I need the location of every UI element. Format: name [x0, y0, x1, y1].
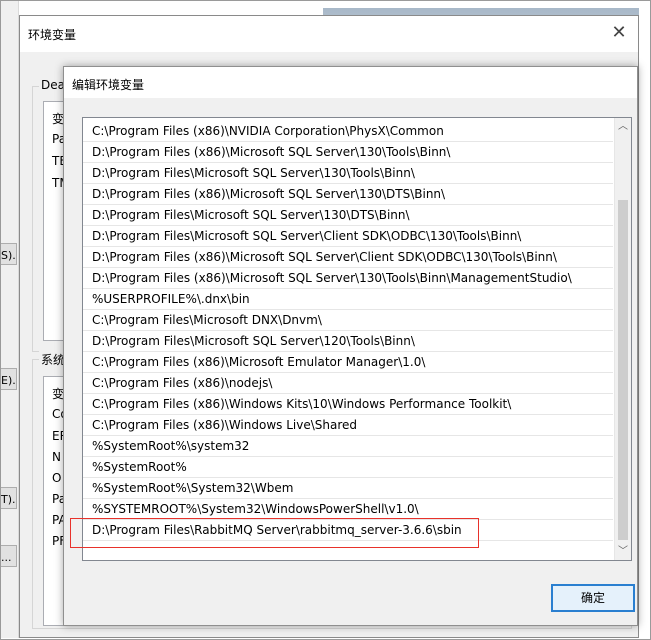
background-window-left-edge: S). E). T). ...	[1, 1, 19, 638]
path-text: %SystemRoot%\System32\Wbem	[92, 481, 294, 495]
background-label: E).	[1, 374, 16, 387]
path-text: D:\Program Files\Microsoft SQL Server\13…	[92, 208, 410, 222]
path-text: C:\Program Files (x86)\Windows Live\Shar…	[92, 418, 358, 432]
edit-dialog-title: 编辑环境变量	[72, 78, 145, 92]
path-list-item[interactable]: C:\Program Files\Microsoft DNX\Dnvm\	[83, 310, 613, 331]
vertical-scrollbar[interactable]: ︿ ﹀	[614, 118, 631, 560]
path-text: D:\Program Files\Microsoft SQL Server\12…	[92, 334, 415, 348]
path-text: C:\Program Files (x86)\nodejs\	[92, 376, 273, 390]
path-text: C:\Program Files (x86)\Windows Kits\10\W…	[92, 397, 512, 411]
edit-dialog-titlebar[interactable]: 编辑环境变量	[64, 67, 637, 98]
path-list-item[interactable]: %SYSTEMROOT%\System32\WindowsPowerShell\…	[83, 499, 613, 520]
background-label: T).	[1, 493, 16, 506]
path-list-item[interactable]: D:\Program Files\Microsoft SQL Server\Cl…	[83, 226, 613, 247]
path-list-item[interactable]: D:\Program Files\Microsoft SQL Server\12…	[83, 331, 613, 352]
list-item[interactable]: O	[52, 471, 61, 485]
path-text: D:\Program Files\Microsoft SQL Server\Cl…	[92, 229, 522, 243]
path-list-item[interactable]: D:\Program Files (x86)\Microsoft SQL Ser…	[83, 142, 613, 163]
path-list-item[interactable]: D:\Program Files (x86)\Microsoft SQL Ser…	[83, 247, 613, 268]
background-label: ...	[1, 551, 12, 564]
path-text: %SystemRoot%	[92, 460, 187, 474]
path-text: C:\Program Files\Microsoft DNX\Dnvm\	[92, 313, 322, 327]
path-list-item[interactable]: C:\Program Files (x86)\NVIDIA Corporatio…	[83, 121, 613, 142]
path-list-item[interactable]: %SystemRoot%\system32	[83, 436, 613, 457]
list-item[interactable]: N	[52, 450, 61, 464]
chevron-down-icon[interactable]: ﹀	[615, 543, 631, 560]
path-list-item[interactable]: D:\Program Files\Microsoft SQL Server\13…	[83, 205, 613, 226]
env-dialog-titlebar[interactable]: 环境变量 ✕	[20, 16, 638, 52]
path-list-item[interactable]: C:\Program Files (x86)\nodejs\	[83, 373, 613, 394]
chevron-up-icon[interactable]: ︿	[615, 118, 631, 135]
path-list[interactable]: C:\Program Files (x86)\NVIDIA Corporatio…	[82, 117, 632, 561]
path-list-item[interactable]: C:\Program Files (x86)\Microsoft Emulato…	[83, 352, 613, 373]
path-text: D:\Program Files (x86)\Microsoft SQL Ser…	[92, 145, 451, 159]
scroll-thumb[interactable]	[618, 200, 628, 540]
path-text: C:\Program Files (x86)\Microsoft Emulato…	[92, 355, 426, 369]
path-text: %SYSTEMROOT%\System32\WindowsPowerShell\…	[92, 502, 419, 516]
path-list-item[interactable]: D:\Program Files\Microsoft SQL Server\13…	[83, 163, 613, 184]
path-list-item[interactable]: %SystemRoot%	[83, 457, 613, 478]
path-text: D:\Program Files (x86)\Microsoft SQL Ser…	[92, 187, 446, 201]
path-text: D:\Program Files (x86)\Microsoft SQL Ser…	[92, 250, 557, 264]
path-text: D:\Program Files (x86)\Microsoft SQL Ser…	[92, 271, 572, 285]
env-dialog-title: 环境变量	[28, 28, 77, 42]
path-list-item[interactable]: %SystemRoot%\System32\Wbem	[83, 478, 613, 499]
path-list-item[interactable]: D:\Program Files (x86)\Microsoft SQL Ser…	[83, 268, 613, 289]
path-text: %USERPROFILE%\.dnx\bin	[92, 292, 250, 306]
path-text: D:\Program Files\Microsoft SQL Server\13…	[92, 166, 415, 180]
background-label: S).	[1, 249, 16, 262]
highlight-annotation	[70, 518, 479, 548]
ok-button[interactable]: 确定	[551, 584, 635, 612]
path-list-item[interactable]: %USERPROFILE%\.dnx\bin	[83, 289, 613, 310]
path-text: C:\Program Files (x86)\NVIDIA Corporatio…	[92, 124, 444, 138]
path-list-item[interactable]: C:\Program Files (x86)\Windows Live\Shar…	[83, 415, 613, 436]
path-list-item[interactable]: C:\Program Files (x86)\Windows Kits\10\W…	[83, 394, 613, 415]
close-icon[interactable]: ✕	[608, 22, 630, 44]
path-text: %SystemRoot%\system32	[92, 439, 250, 453]
path-list-item[interactable]: D:\Program Files (x86)\Microsoft SQL Ser…	[83, 184, 613, 205]
